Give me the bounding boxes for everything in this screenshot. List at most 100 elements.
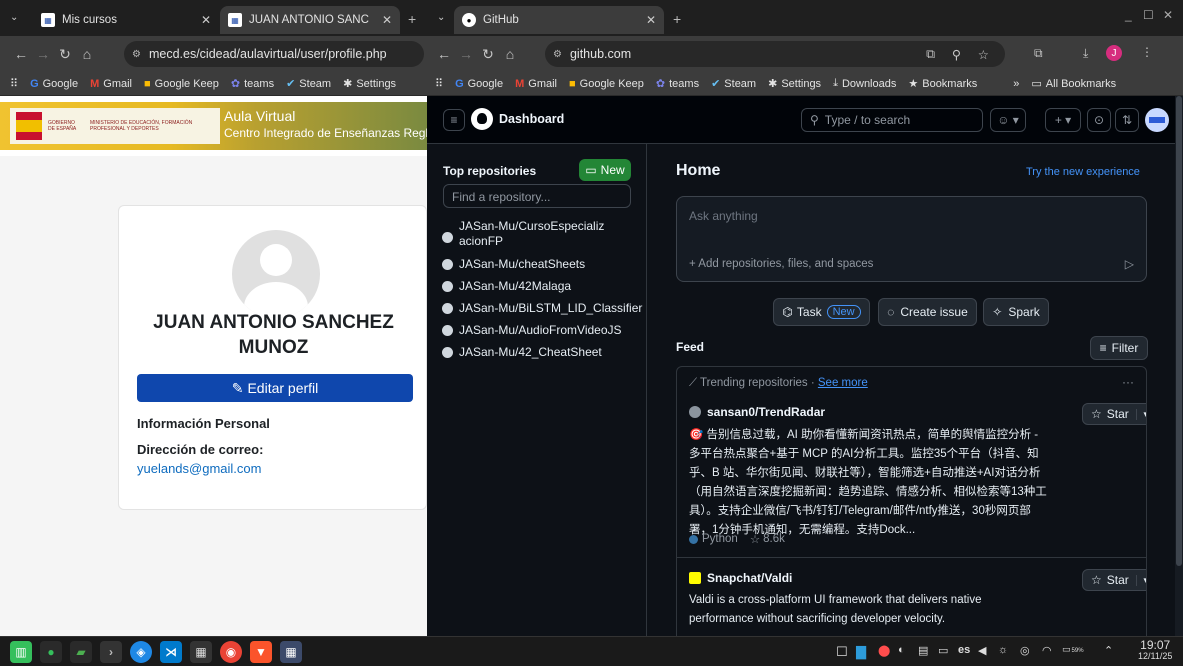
tray-expand-icon[interactable]: ⌃: [1104, 644, 1113, 657]
calculator-icon[interactable]: ▦: [190, 641, 212, 663]
tray-shield-icon[interactable]: ⬤: [878, 644, 890, 657]
bookmark-gmail[interactable]: M Gmail: [515, 78, 557, 90]
bookmark-google[interactable]: G Google: [30, 78, 78, 90]
update-manager-icon[interactable]: ●: [40, 641, 62, 663]
keyboard-icon[interactable]: ▭: [938, 644, 948, 657]
tab-profile[interactable]: ▦ JUAN ANTONIO SANCHEZ M ✕: [220, 6, 400, 34]
new-repo-button[interactable]: ▭ New: [579, 159, 631, 181]
tab-search-chevron-icon[interactable]: ⌄: [10, 12, 18, 23]
close-tab-icon[interactable]: ✕: [646, 13, 656, 27]
bookmark-settings[interactable]: ✱ Settings: [768, 77, 821, 91]
create-new-button[interactable]: + ▾: [1045, 108, 1081, 132]
clock[interactable]: 19:07 12/11/25: [1138, 639, 1172, 662]
app-icon[interactable]: ◈: [130, 641, 152, 663]
pull-requests-icon[interactable]: ⇅: [1115, 108, 1139, 132]
aula-virtual-banner[interactable]: GOBIERNO DE ESPAÑA MINISTERIO DE EDUCACI…: [0, 102, 427, 150]
bookmark-bookmarks[interactable]: ★ Bookmarks: [908, 77, 977, 91]
repo-link[interactable]: JASan-Mu/AudioFromVideoJS: [442, 323, 622, 338]
try-new-experience-link[interactable]: Try the new experience: [1026, 166, 1140, 178]
see-more-link[interactable]: See more: [818, 377, 868, 389]
copilot-button[interactable]: ☺ ▾: [990, 108, 1026, 132]
task-button[interactable]: ⌬ Task New: [773, 298, 870, 326]
bookmark-star-icon[interactable]: ☆: [978, 47, 989, 62]
scrollbar[interactable]: [1175, 96, 1183, 636]
bookmark-settings[interactable]: ✱ Settings: [343, 77, 396, 91]
bookmark-teams[interactable]: ✿ teams: [231, 77, 274, 91]
bookmark-google[interactable]: G Google: [455, 78, 503, 90]
forward-icon[interactable]: →: [32, 46, 54, 62]
maximize-icon[interactable]: ☐: [1143, 8, 1154, 22]
profile-avatar-icon[interactable]: J: [1106, 45, 1122, 61]
tab-github[interactable]: ● GitHub ✕: [454, 6, 664, 34]
wifi-icon[interactable]: ◠: [1042, 644, 1052, 657]
close-window-icon[interactable]: ✕: [1163, 8, 1173, 22]
chevron-down-icon[interactable]: ▾: [1136, 574, 1146, 586]
chevron-down-icon[interactable]: ▾: [1136, 408, 1146, 420]
repo-link[interactable]: JASan-Mu/BiLSTM_LID_Classifier: [442, 301, 642, 316]
terminal-icon[interactable]: ›: [100, 641, 122, 663]
filter-button[interactable]: ≡ Filter: [1090, 336, 1148, 360]
back-icon[interactable]: ←: [433, 46, 455, 62]
repo-link[interactable]: JASan-Mu/42_CheatSheet: [442, 345, 602, 360]
zoom-icon[interactable]: ⚲: [952, 47, 961, 62]
close-tab-icon[interactable]: ✕: [382, 13, 392, 27]
repo-stars[interactable]: 8.6k: [763, 533, 785, 545]
bookmark-google-keep[interactable]: ■ Google Keep: [144, 78, 219, 90]
star-button[interactable]: ☆Star ▾: [1082, 569, 1146, 591]
star-button[interactable]: ☆Star ▾: [1082, 403, 1146, 425]
new-tab-icon[interactable]: +: [408, 11, 416, 27]
bookmark-steam[interactable]: ✔ Steam: [286, 77, 331, 91]
vscode-icon[interactable]: ⋊: [160, 641, 182, 663]
trending-repo-name[interactable]: Snapchat/Valdi: [689, 571, 792, 585]
site-info-icon[interactable]: ⚙: [553, 49, 562, 60]
menu-icon[interactable]: ⋮: [1141, 45, 1153, 59]
send-icon[interactable]: ▷: [1125, 257, 1134, 271]
apps-icon[interactable]: ⠿: [10, 77, 18, 90]
start-menu-icon[interactable]: ▥: [10, 641, 32, 663]
reload-icon[interactable]: ↻: [54, 46, 76, 63]
site-info-icon[interactable]: ⚙: [132, 49, 141, 60]
edit-profile-button[interactable]: ✎ Editar perfil: [137, 374, 413, 402]
tray-app-icon[interactable]: ▇: [856, 644, 866, 660]
tab-mis-cursos[interactable]: ▦ Mis cursos ✕: [33, 6, 219, 34]
forward-icon[interactable]: →: [455, 46, 477, 62]
vpn-icon[interactable]: ◎: [1020, 644, 1030, 657]
issues-icon[interactable]: ⊙: [1087, 108, 1111, 132]
download-icon[interactable]: ⤓: [1083, 46, 1088, 61]
file-manager-icon[interactable]: ▰: [70, 641, 92, 663]
reload-icon[interactable]: ↻: [477, 46, 499, 63]
home-icon[interactable]: ⌂: [76, 46, 98, 62]
back-icon[interactable]: ←: [10, 46, 32, 62]
show-desktop-icon[interactable]: ☐: [836, 644, 848, 660]
clipboard-icon[interactable]: ▤: [918, 644, 928, 657]
extensions-icon[interactable]: ⧉: [1034, 46, 1043, 61]
more-bookmarks-icon[interactable]: »: [1013, 78, 1019, 90]
close-tab-icon[interactable]: ✕: [201, 13, 211, 27]
keyboard-layout[interactable]: es: [958, 644, 970, 656]
hamburger-menu-icon[interactable]: ≡: [443, 109, 465, 131]
chrome-icon[interactable]: ◉: [220, 641, 242, 663]
repo-link[interactable]: JASan-Mu/42Malaga: [442, 279, 571, 294]
bookmark-teams[interactable]: ✿ teams: [656, 77, 699, 91]
bookmark-google-keep[interactable]: ■ Google Keep: [569, 78, 644, 90]
bookmark-gmail[interactable]: M Gmail: [90, 78, 132, 90]
trending-repo-name[interactable]: sansan0/TrendRadar: [689, 405, 825, 419]
battery-indicator[interactable]: ▭59%: [1062, 644, 1084, 655]
apps-icon[interactable]: ⠿: [435, 77, 443, 90]
find-repository-input[interactable]: Find a repository...: [443, 184, 631, 208]
bookmark-steam[interactable]: ✔ Steam: [711, 77, 756, 91]
user-avatar-icon[interactable]: [1145, 108, 1169, 132]
dashboard-title[interactable]: Dashboard: [499, 112, 564, 126]
left-address-bar[interactable]: ⚙ mecd.es/cidead/aulavirtual/user/profil…: [124, 41, 424, 67]
minimize-icon[interactable]: _: [1125, 8, 1132, 22]
email-link[interactable]: yuelands@gmail.com: [137, 461, 261, 476]
add-context-button[interactable]: + Add repositories, files, and spaces: [689, 258, 873, 270]
tray-steam-icon[interactable]: ◐: [898, 644, 905, 656]
bookmark-downloads[interactable]: ⤓ Downloads: [833, 77, 896, 90]
github-search-input[interactable]: ⚲ Type / to search: [801, 108, 983, 132]
brave-icon[interactable]: ▼: [250, 641, 272, 663]
home-icon[interactable]: ⌂: [499, 46, 521, 62]
ask-anything-input[interactable]: Ask anything + Add repositories, files, …: [676, 196, 1147, 282]
tab-search-chevron-icon[interactable]: ⌄: [437, 12, 445, 23]
volume-icon[interactable]: ◀: [978, 644, 986, 657]
